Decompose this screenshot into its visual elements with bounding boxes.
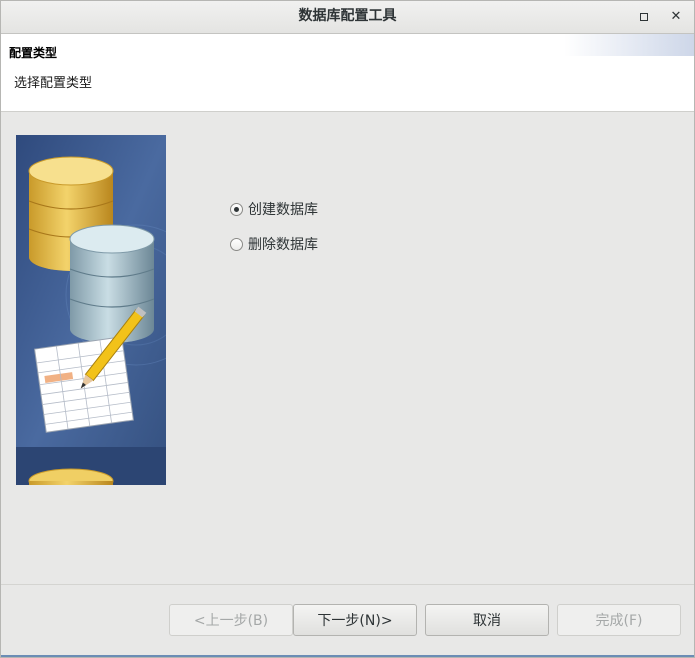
option-delete-database[interactable]: 删除数据库 — [230, 233, 318, 255]
finish-button[interactable]: 完成(F) — [557, 604, 681, 636]
next-button[interactable]: 下一步(N)> — [293, 604, 417, 636]
back-button[interactable]: <上一步(B) — [169, 604, 293, 636]
footer-separator — [1, 584, 694, 585]
step-subtitle: 选择配置类型 — [14, 76, 93, 91]
option-delete-database-label: 删除数据库 — [248, 237, 318, 253]
step-title: 配置类型 — [9, 46, 58, 60]
radio-delete-database[interactable] — [230, 237, 243, 251]
option-create-database[interactable]: 创建数据库 — [230, 198, 318, 220]
bottom-accent-line — [1, 655, 694, 657]
config-type-options: 创建数据库 删除数据库 — [230, 198, 318, 268]
maximize-icon[interactable] — [634, 7, 654, 27]
close-icon[interactable]: ✕ — [666, 7, 686, 27]
cancel-button[interactable]: 取消 — [425, 604, 549, 636]
step-header: 配置类型 选择配置类型 — [1, 34, 694, 112]
window-title: 数据库配置工具 — [298, 8, 397, 24]
database-illustration — [16, 135, 166, 485]
database-illustration-icon — [16, 135, 166, 485]
radio-create-database[interactable] — [230, 202, 243, 216]
option-create-database-label: 创建数据库 — [248, 202, 318, 218]
title-bar[interactable]: 数据库配置工具 ✕ — [1, 1, 694, 34]
header-glow — [564, 34, 694, 56]
dialog-window: 数据库配置工具 ✕ 配置类型 选择配置类型 创建数据库 删除数据库 <上一步(B… — [0, 0, 695, 658]
